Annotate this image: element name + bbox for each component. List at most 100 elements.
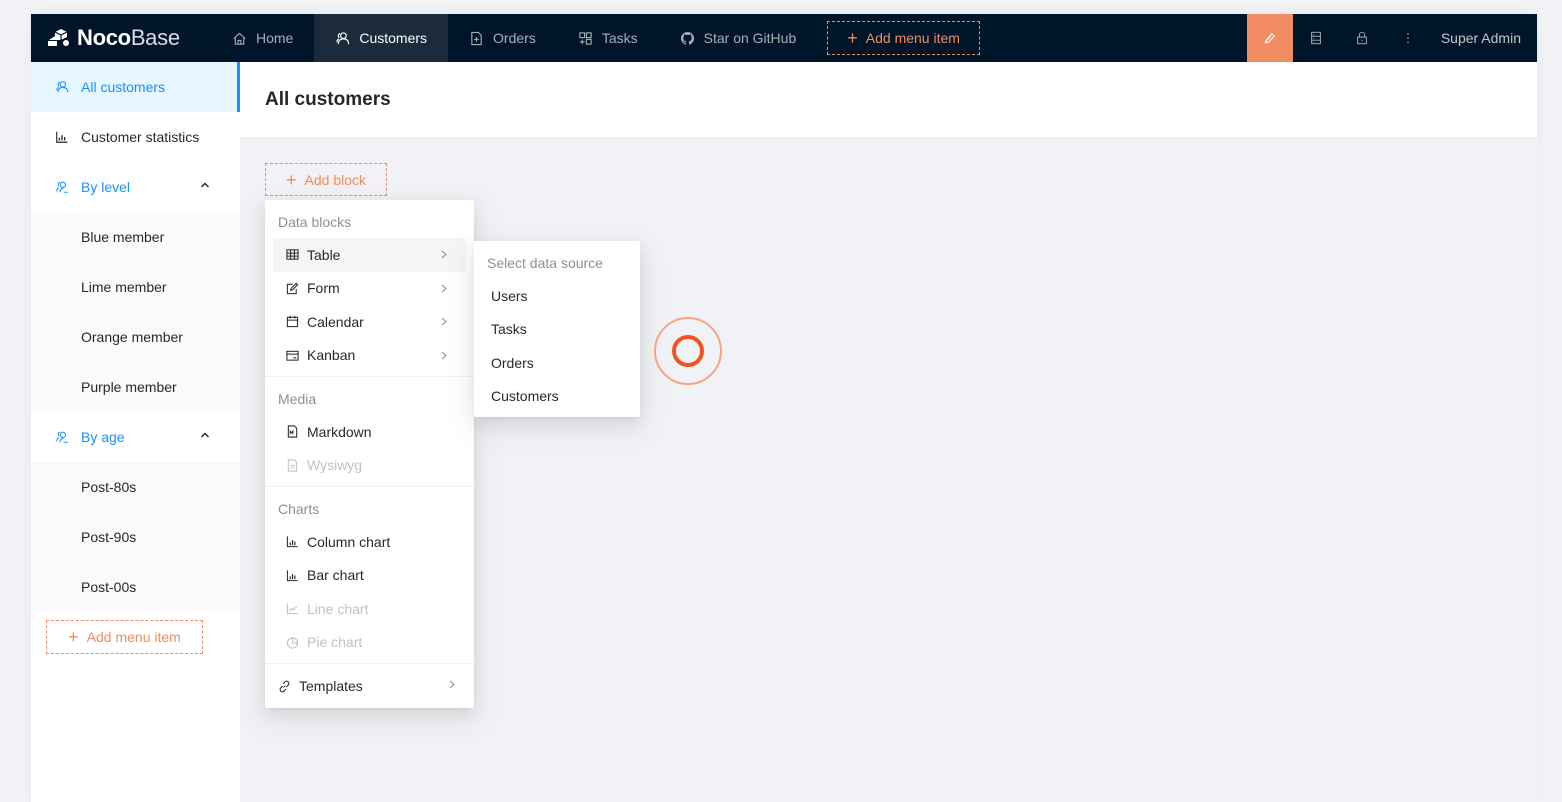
data-source-users[interactable]: Users [474,279,640,313]
sidebar-item-orange-member[interactable]: Orange member [31,312,240,362]
user-menu[interactable]: Super Admin [1431,30,1537,46]
data-source-submenu: Select data source Users Tasks Orders Cu… [474,241,640,417]
menu-item-markdown[interactable]: Markdown [273,415,466,449]
menu-item-calendar[interactable]: Calendar [273,305,466,339]
menu-group-title-media: Media [278,391,317,407]
sidebar-item-blue-member[interactable]: Blue member [31,212,240,262]
bar-chart-icon [286,570,298,581]
menu-item-label: Kanban [307,347,356,364]
nav-orders[interactable]: Orders [448,14,557,62]
menu-item-label: Orders [491,354,534,371]
nav-github[interactable]: Star on GitHub [659,14,818,62]
app-window: Noco Base Home Customers Orders Tasks Sta… [31,14,1537,802]
nocobase-logo[interactable]: Noco Base [31,14,211,62]
sidebar-group-label: By level [81,179,131,195]
github-icon [680,31,694,45]
menu-item-label: Calendar [307,313,364,330]
sidebar-item-purple-member[interactable]: Purple member [31,362,240,412]
nav-home[interactable]: Home [211,14,314,62]
acl-button[interactable] [1339,14,1385,62]
sidebar-item-post-00s[interactable]: Post-00s [31,562,240,612]
sidebar-add-menu-item-button[interactable]: + Add menu item [46,620,203,654]
data-source-tasks[interactable]: Tasks [474,313,640,347]
table-icon [286,249,299,260]
chevron-right-icon [449,680,455,689]
menu-item-label: Bar chart [307,567,364,584]
lock-icon [1356,31,1367,45]
chevron-up-icon [201,182,209,188]
sidebar-item-label: Post-00s [81,579,137,595]
plus-icon: + [286,169,297,190]
menu-item-column-chart[interactable]: Column chart [273,525,466,559]
database-icon [1310,31,1321,45]
data-source-customers[interactable]: Customers [474,380,640,414]
chevron-right-icon [441,284,447,292]
sidebar-item-label: Purple member [81,379,177,395]
menu-divider [265,376,474,377]
nav-customers[interactable]: Customers [314,14,449,62]
sidebar-item-lime-member[interactable]: Lime member [31,262,240,312]
data-source-orders[interactable]: Orders [474,346,640,380]
sidebar-item-customer-statistics[interactable]: Customer statistics [31,112,240,162]
sidebar-group-by-level[interactable]: By level [31,162,240,212]
calendar-icon [286,316,299,328]
nav-customers-label: Customers [359,30,428,46]
menu-item-label: Users [491,287,528,304]
sidebar-item-label: Lime member [81,279,167,295]
menu-divider [265,663,474,664]
menu-item-label: Table [307,246,341,263]
add-menu-item-button[interactable]: + Add menu item [827,21,980,55]
menu-group-title-charts: Charts [278,501,320,517]
sidebar-item-label: All customers [81,79,166,95]
sidebar-item-label: Post-80s [81,479,137,495]
menu-item-templates[interactable]: Templates [265,668,474,704]
menu-item-label: Markdown [307,423,372,440]
add-block-label: Add block [304,171,366,188]
line-chart-icon [286,603,298,615]
users-icon [336,31,350,44]
menu-item-wysiwyg: Wysiwyg [273,449,466,483]
sidebar-item-all-customers[interactable]: All customers [31,62,240,112]
sidebar-group-by-age[interactable]: By age [31,412,240,462]
bar-chart-icon [56,131,68,143]
chevron-right-icon [441,317,447,326]
menu-item-form[interactable]: Form [273,272,466,306]
header-tools: Super Admin [1246,14,1537,62]
menu-item-label: Column chart [307,533,391,550]
nav-home-label: Home [256,30,294,46]
plus-icon: + [68,627,79,647]
chevron-right-icon [441,250,447,259]
form-icon [286,282,299,294]
bar-chart-icon [286,536,298,548]
menu-item-kanban[interactable]: Kanban [273,339,466,373]
menu-item-label: Line chart [307,600,369,617]
menu-item-pie-chart: Pie chart [273,626,466,660]
collections-button[interactable] [1293,14,1339,62]
more-button[interactable] [1385,14,1431,62]
sidebar-group-label: By age [81,429,125,445]
file-add-icon [471,31,482,45]
top-navigation-bar: Noco Base Home Customers Orders Tasks Sta… [31,14,1537,62]
plus-icon: + [847,28,858,48]
menu-item-bar-chart[interactable]: Bar chart [273,559,466,593]
ui-editor-toggle[interactable] [1246,14,1293,62]
sidebar-submenu-by-age: Post-80s Post-90s Post-00s [31,462,240,612]
nav-tasks[interactable]: Tasks [557,14,659,62]
users-icon [56,81,69,93]
logo-icon [48,29,69,46]
sidebar-item-post-90s[interactable]: Post-90s [31,512,240,562]
menu-group-title-data-blocks: Data blocks [278,214,352,230]
chevron-right-icon [441,351,447,359]
click-indicator-dot [672,335,704,367]
page-header: All customers [240,62,1537,137]
add-block-button[interactable]: + Add block [265,163,387,196]
menu-item-table[interactable]: Table [273,238,466,272]
nav-orders-label: Orders [493,30,536,46]
add-block-dropdown: Data blocks Table Form Calendar Kanban M… [265,200,474,708]
menu-item-line-chart: Line chart [273,592,466,626]
nav-github-label: Star on GitHub [703,30,797,46]
sidebar-item-post-80s[interactable]: Post-80s [31,462,240,512]
add-menu-item-label: Add menu item [865,30,960,46]
click-indicator [654,317,722,385]
highlight-icon [1264,32,1275,44]
